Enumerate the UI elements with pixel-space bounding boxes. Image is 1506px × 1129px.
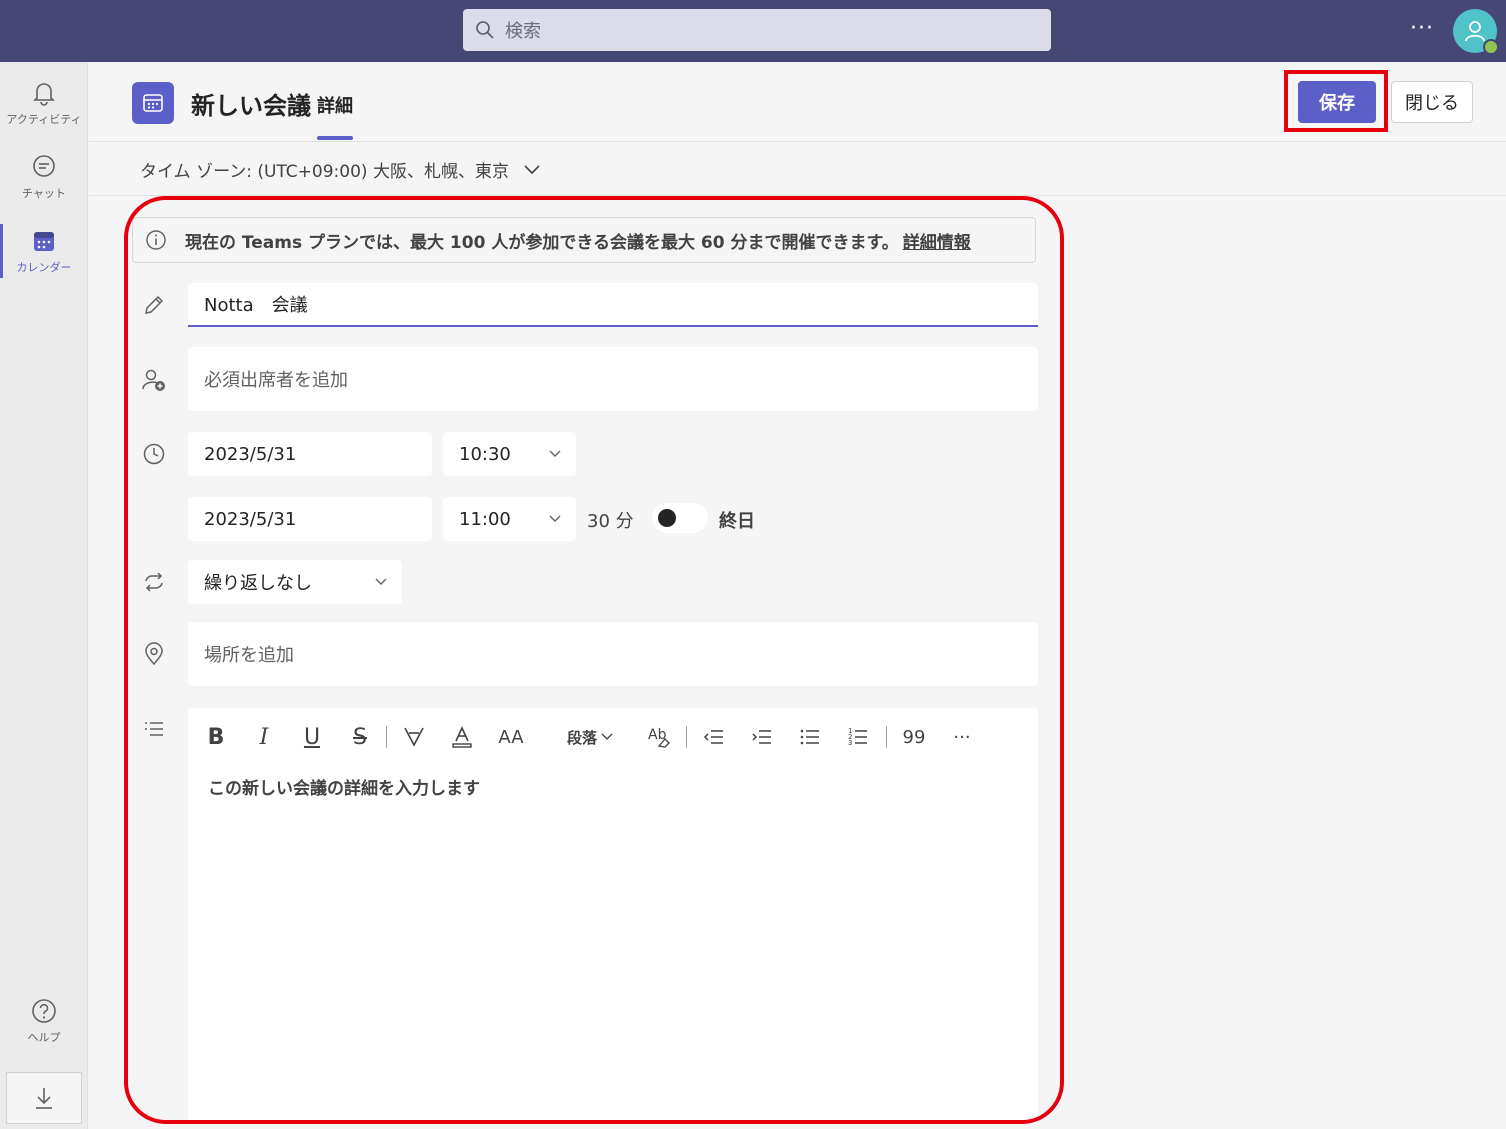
start-time-select[interactable]: 10:30 — [443, 432, 576, 476]
numbered-list-button[interactable]: 123 — [844, 720, 872, 754]
clear-format-button[interactable]: Ab — [646, 720, 674, 754]
start-date-input[interactable]: 2023/5/31 — [188, 432, 432, 476]
repeat-value: 繰り返しなし — [204, 573, 312, 594]
toolbar-separator — [686, 726, 687, 748]
info-icon — [146, 230, 166, 250]
rail-item-help[interactable]: ヘルプ — [0, 986, 88, 1056]
chevron-down-icon — [524, 164, 540, 174]
highlighter-icon — [404, 727, 424, 747]
chat-icon — [33, 155, 55, 177]
list-details-icon — [141, 716, 167, 742]
end-time-select[interactable]: 11:00 — [443, 497, 576, 541]
repeat-select[interactable]: 繰り返しなし — [188, 560, 402, 604]
calendar-icon — [34, 232, 54, 251]
timezone-label: タイム ゾーン: (UTC+09:00) 大阪、札幌、東京 — [140, 162, 509, 182]
bullet-list-button[interactable] — [796, 720, 824, 754]
location-icon — [141, 641, 167, 667]
bold-button[interactable]: B — [204, 720, 228, 754]
rail-label-help: ヘルプ — [27, 1031, 61, 1044]
rail-item-activity[interactable]: アクティビティ — [0, 68, 88, 138]
toolbar-separator — [386, 726, 387, 748]
pencil-icon — [141, 292, 167, 318]
add-person-icon — [141, 367, 167, 393]
meeting-title-input[interactable]: Notta 会議 — [188, 283, 1038, 327]
duration-label: 30 分 — [587, 511, 634, 532]
rail-label-chat: チャット — [22, 187, 66, 200]
clock-icon — [141, 441, 167, 467]
numbered-list-icon: 123 — [848, 727, 867, 747]
font-size-button[interactable]: AA — [496, 720, 526, 754]
rail-label-calendar: カレンダー — [16, 261, 72, 274]
toggle-knob — [658, 509, 676, 527]
download-button[interactable] — [6, 1072, 82, 1124]
app-rail: アクティビティ チャット カレンダー ヘルプ — [0, 62, 88, 1129]
details-placeholder: この新しい会議の詳細を入力します — [208, 779, 480, 799]
plan-info-banner: 現在の Teams プランでは、最大 100 人が参加できる会議を最大 60 分… — [132, 217, 1036, 263]
rail-item-calendar[interactable]: カレンダー — [0, 216, 88, 286]
outdent-button[interactable] — [700, 720, 728, 754]
outdent-icon — [703, 730, 723, 744]
calendar-icon — [143, 94, 163, 112]
clear-format-icon: Ab — [648, 727, 670, 748]
divider — [89, 195, 1506, 196]
chevron-down-icon — [549, 515, 561, 522]
paragraph-label: 段落 — [566, 728, 597, 747]
search-icon — [476, 21, 494, 39]
more-formatting-button[interactable]: ··· — [948, 720, 976, 754]
help-icon — [32, 999, 56, 1023]
bullet-list-icon — [800, 729, 819, 745]
avatar[interactable] — [1453, 9, 1499, 55]
page-title: 新しい会議 — [191, 92, 311, 120]
italic-button[interactable]: I — [252, 720, 276, 754]
download-icon — [36, 1088, 52, 1109]
tab-active-indicator — [317, 136, 353, 140]
search-box[interactable]: 検索 — [463, 9, 1051, 51]
indent-icon — [752, 730, 771, 744]
highlight-button[interactable] — [400, 720, 428, 754]
start-time-value: 10:30 — [459, 443, 511, 465]
meeting-header: 新しい会議 詳細 保存 閉じる — [89, 62, 1506, 142]
details-editor[interactable]: B I U S AA 段落 Ab 123 99 ··· この新しい会議の詳細を入… — [188, 708, 1038, 1124]
end-date-input[interactable]: 2023/5/31 — [188, 497, 432, 541]
rail-item-chat[interactable]: チャット — [0, 142, 88, 212]
allday-label: 終日 — [719, 511, 755, 532]
more-options-button[interactable]: ··· — [1410, 16, 1434, 41]
quote-button[interactable]: 99 — [900, 720, 928, 754]
allday-toggle[interactable] — [652, 503, 708, 533]
attendees-input[interactable]: 必須出席者を追加 — [188, 347, 1038, 411]
font-color-button[interactable] — [448, 720, 476, 754]
calendar-badge — [132, 82, 174, 124]
presence-badge — [1483, 39, 1499, 55]
search-placeholder: 検索 — [505, 21, 541, 42]
end-time-value: 11:00 — [459, 508, 511, 530]
chevron-down-icon — [601, 733, 613, 740]
indent-button[interactable] — [748, 720, 776, 754]
top-bar: 検索 ··· — [0, 0, 1506, 62]
location-input[interactable]: 場所を追加 — [188, 622, 1038, 686]
tab-details[interactable]: 詳細 — [317, 92, 353, 118]
repeat-icon — [141, 569, 167, 595]
svg-text:3: 3 — [848, 739, 852, 747]
rail-label-activity: アクティビティ — [6, 113, 82, 126]
underline-button[interactable]: U — [300, 720, 324, 754]
timezone-selector[interactable]: タイム ゾーン: (UTC+09:00) 大阪、札幌、東京 — [140, 157, 541, 182]
save-button[interactable]: 保存 — [1298, 81, 1376, 123]
bell-icon — [33, 83, 55, 106]
banner-text: 現在の Teams プランでは、最大 100 人が参加できる会議を最大 60 分… — [185, 232, 899, 253]
strikethrough-button[interactable]: S — [348, 720, 372, 754]
learn-more-link[interactable]: 詳細情報 — [903, 228, 971, 253]
chevron-down-icon — [375, 578, 387, 585]
paragraph-select[interactable]: 段落 — [560, 720, 620, 754]
chevron-down-icon — [549, 450, 561, 457]
person-icon — [1465, 21, 1485, 42]
format-toolbar: B I U S AA 段落 Ab 123 99 ··· — [188, 720, 1038, 754]
toolbar-separator — [886, 726, 887, 748]
font-color-icon — [452, 726, 472, 748]
close-button[interactable]: 閉じる — [1391, 81, 1473, 123]
